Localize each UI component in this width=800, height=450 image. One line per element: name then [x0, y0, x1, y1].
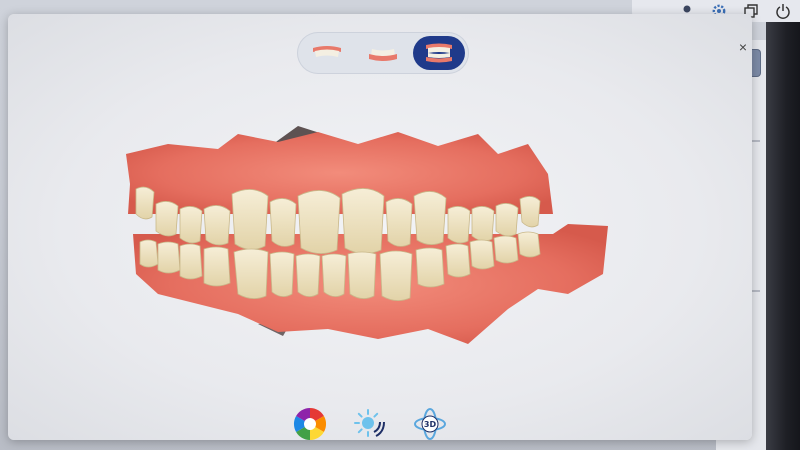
lighting-button[interactable] [350, 404, 390, 440]
3d-label: 3D [424, 420, 437, 429]
color-mode-button[interactable] [290, 404, 330, 440]
close-button[interactable]: × [736, 40, 750, 54]
lighting-icon [354, 409, 385, 437]
power-icon[interactable] [774, 2, 792, 20]
color-wheel-icon [293, 407, 327, 440]
viewer-toolbar: 3D [290, 402, 450, 440]
view-selector [297, 32, 469, 74]
monitor-bezel [766, 0, 800, 450]
scan-viewer-modal: × 3D [8, 14, 752, 440]
3d-rotate-icon: 3D [414, 408, 446, 440]
lower-jaw-icon [369, 49, 397, 61]
lower-jaw-view-button[interactable] [357, 36, 409, 70]
both-jaws-view-button[interactable] [413, 36, 465, 70]
3d-rotate-button[interactable]: 3D [410, 404, 450, 440]
upper-jaw-view-button[interactable] [301, 36, 353, 70]
upper-jaw-icon [313, 46, 341, 57]
3d-scan-viewport[interactable] [108, 114, 628, 364]
both-jaws-icon [426, 43, 452, 63]
dental-scan-model [126, 126, 608, 344]
